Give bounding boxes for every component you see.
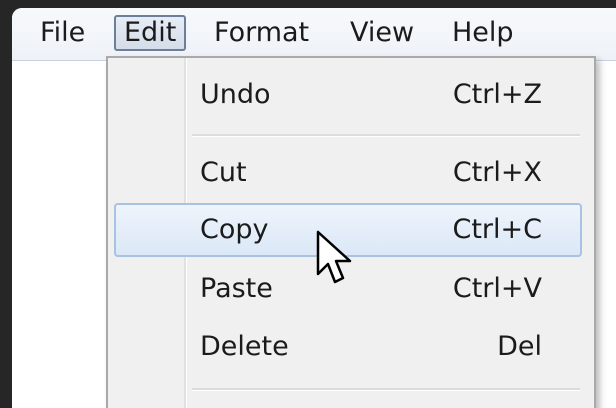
menu-item-label: Undo <box>200 79 271 110</box>
menu-item-shortcut: Ctrl+X <box>452 157 542 188</box>
menu-item-shortcut: Del <box>497 331 542 362</box>
menu-item-shortcut: Ctrl+C <box>452 214 542 245</box>
menu-help[interactable]: Help <box>444 15 522 51</box>
menu-separator <box>192 134 580 137</box>
menu-item-label: Cut <box>200 157 247 188</box>
menu-item-undo[interactable]: Undo Ctrl+Z <box>114 68 582 122</box>
menu-item-label: Copy <box>200 214 269 245</box>
menu-edit[interactable]: Edit <box>114 15 187 51</box>
menu-separator <box>192 388 580 391</box>
menu-file[interactable]: File <box>32 15 93 51</box>
menu-item-label: Paste <box>200 273 273 304</box>
menu-format[interactable]: Format <box>206 15 317 51</box>
mouse-pointer-icon <box>316 230 352 284</box>
menu-item-cut[interactable]: Cut Ctrl+X <box>114 146 582 200</box>
menu-item-shortcut: Ctrl+Z <box>452 79 542 110</box>
menu-item-label: Delete <box>200 331 289 362</box>
menu-view[interactable]: View <box>342 15 422 51</box>
menu-bar: File Edit Format View Help <box>12 8 616 61</box>
menu-item-shortcut: Ctrl+V <box>452 273 542 304</box>
menu-item-delete[interactable]: Delete Del <box>114 320 582 374</box>
notepad-window: File Edit Format View Help Undo Ctrl+Z C… <box>12 8 616 408</box>
